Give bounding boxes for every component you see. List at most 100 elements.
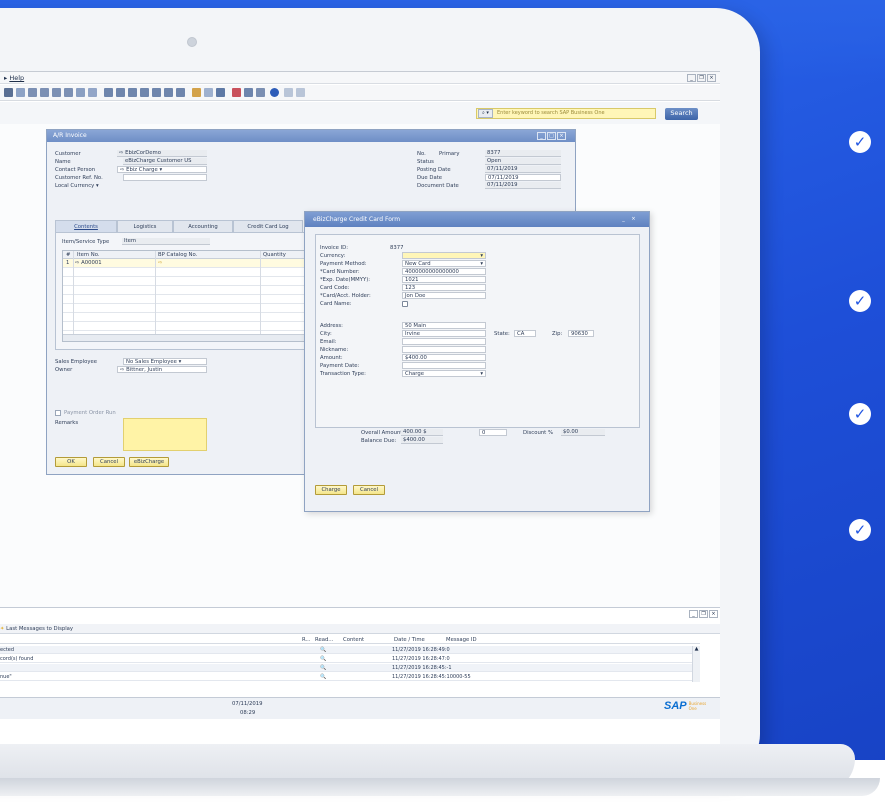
email-input[interactable] bbox=[402, 338, 486, 345]
close-icon[interactable]: × bbox=[557, 132, 566, 140]
document-icon[interactable] bbox=[204, 88, 213, 97]
charge-button[interactable]: Charge bbox=[315, 485, 347, 495]
gross-profit-icon[interactable] bbox=[128, 88, 137, 97]
cancel-button[interactable]: Cancel bbox=[93, 457, 125, 467]
tab-credit-card-log[interactable]: Credit Card Log bbox=[233, 220, 303, 232]
find-icon[interactable] bbox=[4, 88, 13, 97]
payment-date-input[interactable] bbox=[402, 362, 486, 369]
minimize-icon[interactable]: _ bbox=[537, 132, 546, 140]
link-arrow-icon[interactable]: ⇨ bbox=[158, 260, 162, 266]
view-icon[interactable]: 🔍 bbox=[320, 655, 326, 663]
amount-input[interactable]: $400.00 bbox=[402, 354, 486, 361]
previous-record-icon[interactable] bbox=[40, 88, 49, 97]
owner-field[interactable]: ⇨ Bittner, Justin bbox=[117, 366, 207, 373]
table-row[interactable] bbox=[63, 277, 313, 286]
calendar-icon[interactable] bbox=[244, 88, 253, 97]
view-icon[interactable]: 🔍 bbox=[320, 646, 326, 654]
table-row[interactable] bbox=[63, 295, 313, 304]
edit-icon[interactable] bbox=[192, 88, 201, 97]
card-code-input[interactable]: 123 bbox=[402, 284, 486, 291]
customer-ref-field[interactable] bbox=[123, 174, 207, 181]
help-icon[interactable] bbox=[270, 88, 279, 97]
close-icon[interactable]: × bbox=[709, 610, 718, 618]
discount-input[interactable]: 0 bbox=[479, 429, 507, 436]
list-item[interactable]: 🔍 11/27/2019 16:28:45:-1 bbox=[0, 664, 700, 672]
currency-select[interactable]: ▾ bbox=[402, 252, 486, 259]
customer-field[interactable]: ⇨ EbizCorDemo bbox=[117, 150, 207, 157]
exp-date-input[interactable]: 1021 bbox=[402, 276, 486, 283]
transaction-type-select[interactable]: Charge ▾ bbox=[402, 370, 486, 377]
payment-order-checkbox[interactable] bbox=[55, 410, 61, 416]
view-icon[interactable]: 🔍 bbox=[320, 673, 326, 681]
posting-date-field[interactable]: 07/11/2019 bbox=[485, 166, 561, 173]
close-icon[interactable]: × bbox=[629, 216, 638, 224]
window-icon[interactable] bbox=[296, 88, 305, 97]
card-holder-input[interactable]: Jon Doe bbox=[402, 292, 486, 299]
name-field[interactable]: eBizCharge Customer US bbox=[123, 158, 207, 165]
list-item[interactable]: nue" 🔍 11/27/2019 16:28:45:10000-55 bbox=[0, 673, 700, 681]
address-input[interactable]: 50 Main bbox=[402, 322, 486, 329]
card-number-input[interactable]: 4000000000000000 bbox=[402, 268, 486, 275]
form-settings-icon[interactable] bbox=[176, 88, 185, 97]
add-icon[interactable] bbox=[16, 88, 25, 97]
user-icon[interactable] bbox=[256, 88, 265, 97]
transaction-journal-icon[interactable] bbox=[140, 88, 149, 97]
target-document-icon[interactable] bbox=[116, 88, 125, 97]
cc-cancel-button[interactable]: Cancel bbox=[353, 485, 385, 495]
ebizcharge-button[interactable]: eBizCharge bbox=[129, 457, 169, 467]
document-date-field[interactable]: 07/11/2019 bbox=[485, 182, 561, 189]
ok-button[interactable]: OK bbox=[55, 457, 87, 467]
close-icon[interactable]: × bbox=[707, 74, 716, 82]
nickname-input[interactable] bbox=[402, 346, 486, 353]
draft-icon[interactable] bbox=[216, 88, 225, 97]
due-date-field[interactable]: 07/11/2019 bbox=[485, 174, 561, 181]
zip-input[interactable]: 90630 bbox=[568, 330, 594, 337]
table-row[interactable]: 1 ⇨ A00001 ⇨ bbox=[63, 259, 313, 268]
view-icon[interactable]: 🔍 bbox=[320, 664, 326, 672]
grid-scrollbar[interactable] bbox=[63, 334, 313, 341]
contact-person-field[interactable]: ⇨ Ebiz Charge ▾ bbox=[117, 166, 207, 173]
base-document-icon[interactable] bbox=[104, 88, 113, 97]
first-record-icon[interactable] bbox=[28, 88, 37, 97]
minimize-icon[interactable]: _ bbox=[689, 610, 698, 618]
table-row[interactable] bbox=[63, 304, 313, 313]
search-button[interactable]: Search bbox=[665, 108, 698, 120]
search-input[interactable]: Enter keyword to search SAP Business One bbox=[476, 108, 656, 119]
next-record-icon[interactable] bbox=[52, 88, 61, 97]
message-icon[interactable] bbox=[232, 88, 241, 97]
item-type-field[interactable]: Item bbox=[122, 238, 210, 245]
minimize-icon[interactable]: _ bbox=[619, 216, 628, 224]
table-row[interactable] bbox=[63, 286, 313, 295]
maximize-icon[interactable]: □ bbox=[547, 132, 556, 140]
grid-icon[interactable] bbox=[284, 88, 293, 97]
search-dropdown[interactable]: ⌕ ▾ bbox=[478, 109, 493, 118]
table-row[interactable] bbox=[63, 268, 313, 277]
menu-help[interactable]: ▸ Help bbox=[4, 74, 24, 82]
tab-accounting[interactable]: Accounting bbox=[173, 220, 233, 232]
state-input[interactable]: CA bbox=[514, 330, 536, 337]
last-record-icon[interactable] bbox=[64, 88, 73, 97]
city-input[interactable]: Irvine bbox=[402, 330, 486, 337]
filter-icon[interactable] bbox=[76, 88, 85, 97]
payment-means-icon[interactable] bbox=[152, 88, 161, 97]
no-field[interactable]: 8377 bbox=[485, 150, 561, 157]
list-item[interactable]: cord(s) found 🔍 11/27/2019 16:28:47:0 bbox=[0, 655, 700, 663]
overall-amount-field[interactable]: 400.00 $ bbox=[401, 429, 443, 436]
no-series[interactable]: Primary bbox=[439, 151, 459, 157]
remarks-field[interactable] bbox=[123, 418, 207, 451]
restore-icon[interactable]: ❐ bbox=[697, 74, 706, 82]
list-item[interactable]: ected 🔍 11/27/2019 16:28:49:0 bbox=[0, 646, 700, 654]
tab-logistics[interactable]: Logistics bbox=[117, 220, 173, 232]
sales-employee-select[interactable]: No Sales Employee ▾ bbox=[123, 358, 207, 365]
table-row[interactable] bbox=[63, 322, 313, 331]
messages-scrollbar[interactable]: ▲ bbox=[692, 646, 700, 682]
table-row[interactable] bbox=[63, 313, 313, 322]
tab-contents[interactable]: Contents bbox=[55, 220, 117, 232]
messages-columns: R... Read... Content Date / Time Message… bbox=[0, 636, 700, 644]
restore-icon[interactable]: ❐ bbox=[699, 610, 708, 618]
layout-designer-icon[interactable] bbox=[164, 88, 173, 97]
minimize-icon[interactable]: _ bbox=[687, 74, 696, 82]
card-name-checkbox[interactable] bbox=[402, 301, 408, 307]
sort-icon[interactable] bbox=[88, 88, 97, 97]
payment-method-select[interactable]: New Card ▾ bbox=[402, 260, 486, 267]
